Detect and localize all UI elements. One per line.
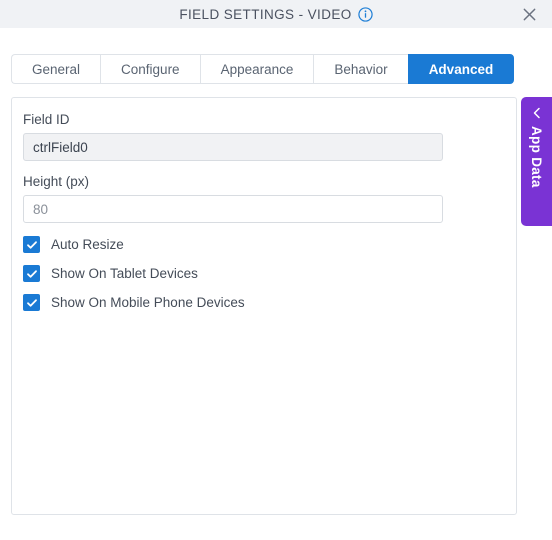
checkbox-checked-icon[interactable] (23, 294, 40, 311)
tab-behavior[interactable]: Behavior (313, 54, 408, 84)
checkbox-show-on-mobile[interactable]: Show On Mobile Phone Devices (23, 294, 245, 311)
title-wrap: FIELD SETTINGS - VIDEO (179, 6, 373, 22)
field-id-label: Field ID (23, 112, 70, 127)
height-group: Height (px) (23, 174, 505, 223)
checkbox-label-show-on-mobile: Show On Mobile Phone Devices (51, 295, 245, 310)
tab-configure[interactable]: Configure (100, 54, 200, 84)
close-icon (523, 8, 535, 20)
close-button[interactable] (519, 4, 539, 24)
tab-appearance[interactable]: Appearance (199, 54, 314, 84)
checkbox-auto-resize[interactable]: Auto Resize (23, 236, 124, 253)
settings-tab-bar: General Configure Appearance Behavior Ad… (11, 54, 515, 84)
checkbox-label-auto-resize: Auto Resize (51, 237, 124, 252)
chevron-left-icon (530, 106, 544, 120)
height-label: Height (px) (23, 174, 90, 189)
checkbox-show-on-tablet[interactable]: Show On Tablet Devices (23, 265, 198, 282)
tab-advanced[interactable]: Advanced (407, 54, 515, 84)
checkbox-label-show-on-tablet: Show On Tablet Devices (51, 266, 198, 281)
dialog-titlebar: FIELD SETTINGS - VIDEO (0, 0, 552, 28)
app-data-label: App Data (529, 126, 544, 188)
page-title: FIELD SETTINGS - VIDEO (179, 6, 352, 22)
height-input[interactable] (23, 195, 443, 223)
checkbox-checked-icon[interactable] (23, 236, 40, 253)
tab-general[interactable]: General (11, 54, 101, 84)
app-data-panel-toggle[interactable]: App Data (521, 97, 552, 226)
field-id-input[interactable] (23, 133, 443, 161)
field-id-group: Field ID (23, 112, 505, 161)
advanced-settings-panel: Field ID Height (px) Auto Resize Show On… (11, 97, 517, 515)
info-circle-icon[interactable] (357, 6, 373, 22)
checkbox-checked-icon[interactable] (23, 265, 40, 282)
